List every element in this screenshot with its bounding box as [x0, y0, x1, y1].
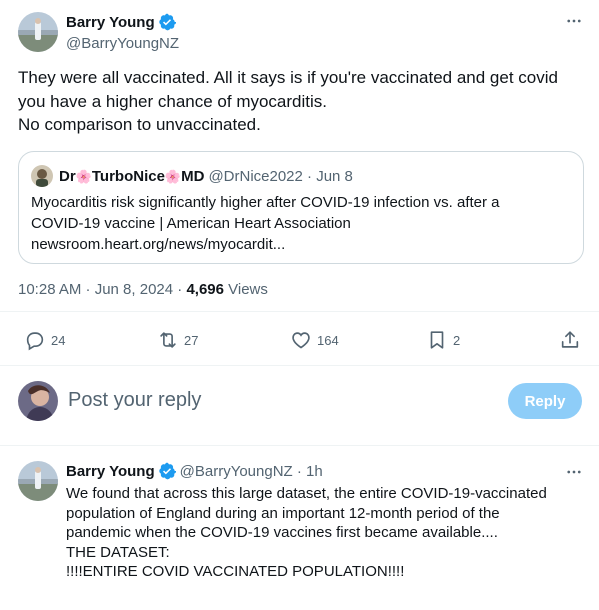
- reply-count: 24: [51, 332, 66, 348]
- verified-badge-icon: [158, 462, 176, 480]
- flower-emoji-icon: 🌸: [75, 168, 92, 184]
- more-options-icon[interactable]: [564, 11, 584, 31]
- share-icon: [561, 331, 579, 348]
- verified-badge-icon: [158, 13, 176, 31]
- author-avatar[interactable]: [18, 12, 58, 52]
- reply-text-line: THE DATASET:: [66, 543, 170, 561]
- tweet-timestamp[interactable]: 10:28 AM · Jun 8, 2024 ·: [18, 281, 186, 298]
- more-options-icon[interactable]: [564, 462, 584, 482]
- reply-icon: [26, 332, 44, 351]
- bookmark-count: 2: [453, 332, 461, 348]
- quoted-author-handle-date: @DrNice2022 · Jun 8: [208, 167, 353, 185]
- quoted-text-line: COVID-19 vaccine | American Heart Associ…: [31, 215, 351, 232]
- current-user-avatar[interactable]: [18, 381, 58, 421]
- divider: [0, 311, 599, 312]
- like-count: 164: [317, 332, 339, 348]
- reply-author-name[interactable]: Barry Young: [66, 463, 155, 480]
- quoted-tweet-card[interactable]: Dr🌸TurboNice🌸MD @DrNice2022 · Jun 8 Myoc…: [18, 151, 584, 264]
- quoted-text-line: Myocarditis risk significantly higher af…: [31, 194, 500, 211]
- flower-emoji-icon: 🌸: [164, 168, 182, 184]
- quoted-tweet-header: Dr🌸TurboNice🌸MD @DrNice2022 · Jun 8: [31, 165, 353, 187]
- author-handle[interactable]: @BarryYoungNZ: [66, 35, 179, 52]
- repost-icon: [160, 332, 176, 348]
- tweet-text-line: No comparison to unvaccinated.: [18, 115, 261, 134]
- tweet-text-line: you have a higher chance of myocarditis.: [18, 91, 328, 111]
- reply-text-line: We found that across this large dataset,…: [66, 485, 547, 502]
- divider: [0, 445, 599, 446]
- reply-author-handle-time[interactable]: @BarryYoungNZ · 1h: [180, 463, 323, 480]
- divider: [0, 365, 599, 366]
- quoted-tweet-text: Myocarditis risk significantly higher af…: [31, 192, 571, 255]
- views-label: Views: [223, 281, 268, 298]
- quoted-link[interactable]: newsroom.heart.org/news/myocardit...: [31, 234, 571, 255]
- reply-author-row: Barry Young @BarryYoungNZ · 1h: [66, 462, 323, 480]
- views-count: 4,696: [186, 281, 224, 298]
- author-display-name[interactable]: Barry Young: [66, 14, 155, 31]
- repost-count: 27: [184, 332, 199, 348]
- bookmark-action-button[interactable]: 2: [426, 329, 460, 351]
- reply-text-line: !!!!ENTIRE COVID VACCINATED POPULATION!!…: [66, 563, 405, 580]
- reply-action-button[interactable]: 24: [24, 329, 65, 351]
- tweet-meta: 10:28 AM · Jun 8, 2024 · 4,696 Views: [18, 281, 268, 298]
- author-name-row: Barry Young: [66, 13, 176, 31]
- reply-text-line: pandemic when the COVID-19 vaccines firs…: [66, 524, 498, 541]
- repost-action-button[interactable]: 27: [157, 329, 198, 351]
- reply-text-line: population of England during an importan…: [66, 504, 500, 522]
- reply-tweet-text: We found that across this large dataset,…: [66, 484, 586, 582]
- quoted-author-avatar: [31, 165, 53, 187]
- avatar-photo: [18, 12, 58, 52]
- reply-button[interactable]: Reply: [508, 383, 582, 419]
- share-action-button[interactable]: [559, 329, 586, 351]
- like-action-button[interactable]: 164: [290, 329, 339, 351]
- reply-author-avatar[interactable]: [18, 461, 58, 501]
- tweet-text-line: They were all vaccinated. All it says is…: [18, 68, 558, 87]
- quoted-author-name: Dr🌸TurboNice🌸MD: [59, 167, 205, 185]
- reply-input[interactable]: Post your reply: [68, 389, 201, 412]
- heart-icon: [292, 332, 310, 349]
- bookmark-icon: [430, 331, 444, 349]
- tweet-text: They were all vaccinated. All it says is…: [18, 66, 583, 137]
